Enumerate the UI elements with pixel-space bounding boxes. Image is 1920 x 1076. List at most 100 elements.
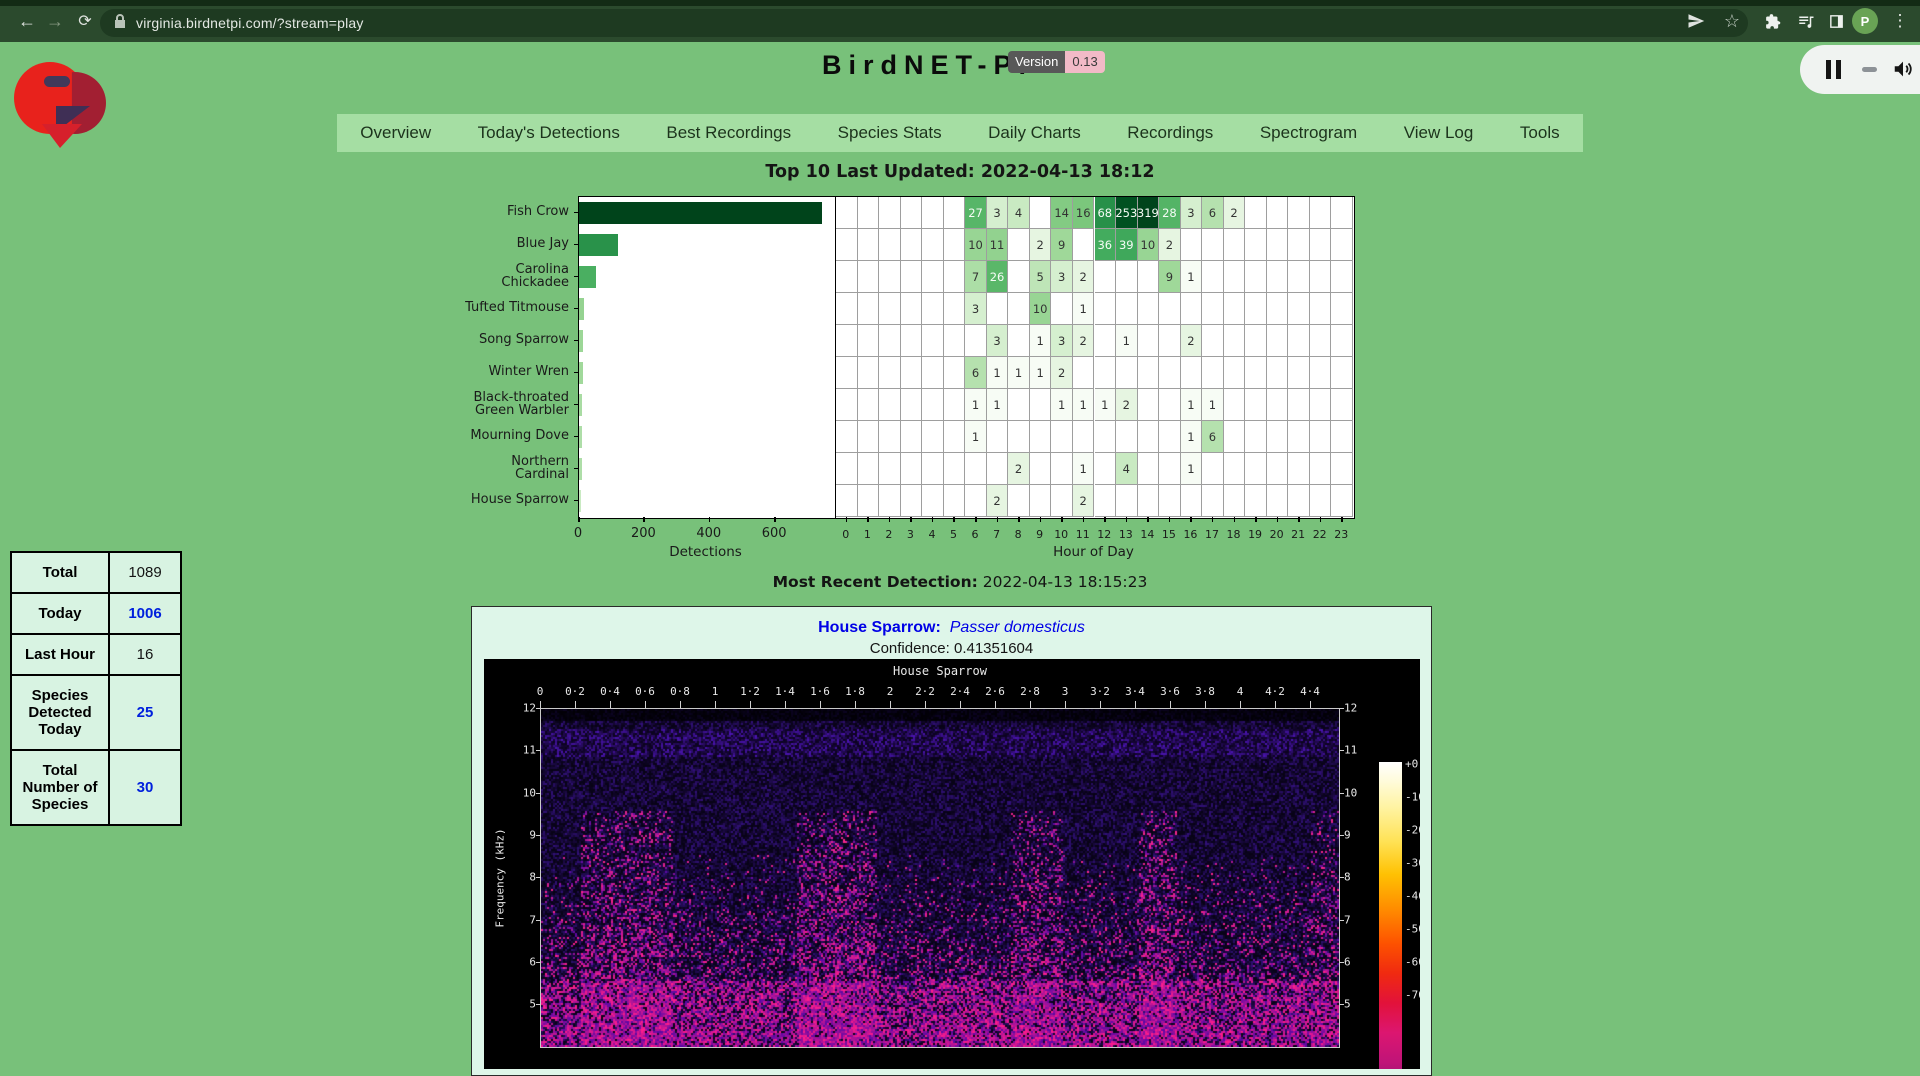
spectrogram-x-tick (715, 701, 716, 708)
heatmap-cell (1095, 485, 1117, 517)
spectrogram-x-tick (750, 701, 751, 708)
heatmap-cell (1051, 453, 1073, 485)
detections-bar (579, 202, 822, 224)
stats-table: Total1089Today1006Last Hour16Species Det… (10, 551, 182, 826)
nav-item-overview[interactable]: Overview (360, 123, 431, 143)
side-panel-icon[interactable] (1824, 9, 1848, 33)
heatmap-cell (858, 325, 880, 357)
heatmap-cell: 1 (1073, 389, 1095, 421)
hour-tick-label: 8 (1015, 528, 1022, 541)
heatmap-cell (1138, 453, 1160, 485)
bar-axis-tick (709, 517, 711, 522)
reload-icon[interactable]: ⟳ (72, 8, 98, 34)
detection-common-name[interactable]: House Sparrow: (818, 619, 941, 636)
spectrogram-y-tick-label: 12 (502, 702, 536, 715)
heatmap-cell (879, 197, 901, 229)
heatmap-cell: 27 (965, 197, 987, 229)
spectrogram-y-tick (536, 835, 541, 836)
nav-item-recordings[interactable]: Recordings (1127, 123, 1213, 143)
hour-tick-label: 20 (1270, 528, 1284, 541)
detections-bar (579, 362, 583, 384)
url-bar[interactable]: virginia.birdnetpi.com/?stream=play (100, 9, 1748, 37)
heatmap-cell (1095, 325, 1117, 357)
stats-row: Species Detected Today25 (11, 675, 181, 750)
stats-label: Today (11, 593, 109, 634)
extensions-icon[interactable] (1760, 9, 1784, 33)
playlist-icon[interactable] (1794, 9, 1818, 33)
heatmap-cell (944, 229, 966, 261)
bar-axis-tick-label: 600 (762, 526, 787, 541)
detections-bar (579, 426, 582, 448)
back-icon[interactable]: ← (14, 8, 40, 34)
spectrogram-x-tick-label: 1 (712, 685, 719, 698)
heatmap-cell (1310, 325, 1332, 357)
browser-chrome: ← → ⟳ virginia.birdnetpi.com/?stream=pla… (0, 0, 1920, 42)
stats-value-link[interactable]: 25 (137, 704, 154, 721)
stats-row: Last Hour16 (11, 634, 181, 675)
heatmap-cell (836, 357, 858, 389)
heatmap-cell (1138, 421, 1160, 453)
hour-tick (1277, 517, 1279, 522)
audio-player[interactable] (1800, 45, 1920, 94)
heatmap-cell (1095, 357, 1117, 389)
nav-item-daily-charts[interactable]: Daily Charts (988, 123, 1081, 143)
heatmap-cell (1138, 325, 1160, 357)
heatmap-cell: 1 (965, 389, 987, 421)
nav-item-species-stats[interactable]: Species Stats (838, 123, 942, 143)
detections-bar (579, 234, 618, 256)
heatmap-cell (901, 421, 923, 453)
colorbar-tick-label: +0 (1405, 758, 1418, 771)
star-icon[interactable]: ☆ (1720, 9, 1744, 33)
hour-tick (1104, 517, 1106, 522)
heatmap-cell (1267, 197, 1289, 229)
heatmap-cell (944, 357, 966, 389)
profile-avatar[interactable]: P (1852, 8, 1878, 34)
heatmap-cell (1008, 389, 1030, 421)
heatmap-cell (1224, 325, 1246, 357)
menu-kebab-icon[interactable]: ⋮ (1888, 9, 1912, 33)
nav-item-tools[interactable]: Tools (1520, 123, 1560, 143)
heatmap-cell: 4 (1008, 197, 1030, 229)
logo-beak (44, 76, 70, 87)
spectrogram-x-tick (1100, 701, 1101, 708)
nav-item-spectrogram[interactable]: Spectrogram (1260, 123, 1357, 143)
heatmap-cell: 3 (965, 293, 987, 325)
species-label: Carolina Chickadee (465, 260, 569, 292)
hour-tick-label: 14 (1140, 528, 1154, 541)
stats-value-link[interactable]: 30 (137, 779, 154, 796)
heatmap-cell: 9 (1159, 261, 1181, 293)
heatmap-cell (901, 261, 923, 293)
spectrogram-y-tick-label: 9 (502, 828, 536, 841)
hour-tick (975, 517, 977, 522)
hour-tick (1298, 517, 1300, 522)
hour-tick-label: 5 (950, 528, 957, 541)
hour-tick-label: 4 (928, 528, 935, 541)
heatmap-cell (1138, 485, 1160, 517)
spectrogram-y-tick-label: 10 (502, 786, 536, 799)
spectrogram-y-tick-label-right: 5 (1344, 998, 1351, 1011)
spectrogram-x-tick-label: 3·4 (1125, 685, 1145, 698)
heatmap-cell (1310, 485, 1332, 517)
volume-icon[interactable] (1892, 58, 1914, 85)
hour-tick-label: 1 (864, 528, 871, 541)
spectrogram-y-tick (536, 708, 541, 709)
detection-panel: House Sparrow: Passer domesticus Confide… (471, 606, 1432, 1076)
top10-heading: Top 10 Last Updated: 2022-04-13 18:12 (0, 162, 1920, 182)
nav-item-best-recordings[interactable]: Best Recordings (666, 123, 791, 143)
spectrogram-y-tick-label-right: 11 (1344, 744, 1357, 757)
heatmap-cell (1159, 357, 1181, 389)
send-icon[interactable] (1684, 9, 1708, 33)
spectrogram-y-tick-label-right: 8 (1344, 871, 1351, 884)
hour-tick (953, 517, 955, 522)
forward-icon[interactable]: → (42, 8, 68, 34)
species-label: Mourning Dove (465, 420, 569, 452)
spectrogram-x-tick-label: 4·4 (1300, 685, 1320, 698)
colorbar-tick-label: -70 (1405, 989, 1420, 1002)
window-top-strip (0, 0, 1920, 6)
pause-button[interactable] (1826, 60, 1842, 79)
nav-item-view-log[interactable]: View Log (1404, 123, 1474, 143)
bar-axis-tick (774, 517, 776, 522)
stats-value-link[interactable]: 1006 (128, 605, 161, 622)
nav-item-today-s-detections[interactable]: Today's Detections (478, 123, 620, 143)
heatmap-cell: 2 (1181, 325, 1203, 357)
